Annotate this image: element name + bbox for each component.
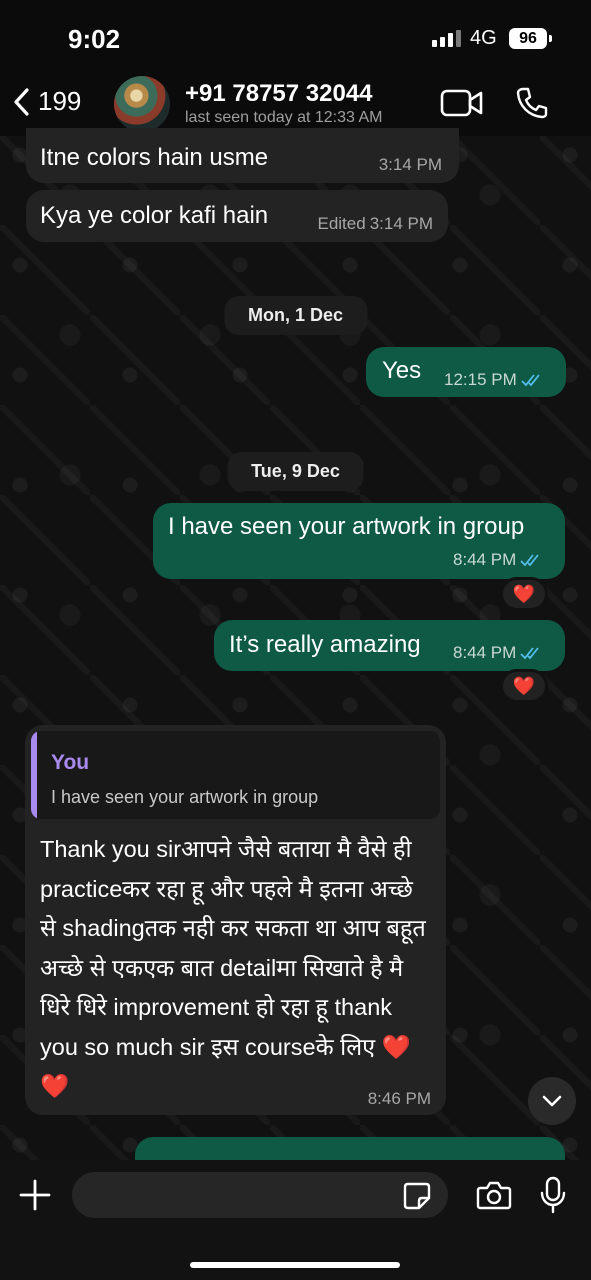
time-label: 3:14 PM [369,214,433,233]
outgoing-message[interactable]: It’s really amazing 8:44 PM [214,620,565,671]
message-time: 8:44 PM [453,550,544,570]
battery-icon: 96 [509,28,552,49]
message-input[interactable] [72,1172,448,1218]
time-label: 8:44 PM [453,550,517,569]
date-separator: Tue, 9 Dec [227,452,364,491]
incoming-reply-message[interactable]: You I have seen your artwork in group Th… [25,725,446,1115]
time-label: 3:14 PM [378,155,442,174]
status-bar: 9:02 4G 96 [0,0,591,78]
chat-header: 199 +91 78757 32044 last seen today at 1… [0,72,591,136]
heart-reaction[interactable]: ❤️ [500,669,548,703]
date-separator: Mon, 1 Dec [223,296,368,335]
message-text: It’s really amazing [229,631,421,658]
incoming-message[interactable]: Itne colors hain usme 3:14 PM [26,128,459,183]
avatar[interactable] [114,76,170,132]
outgoing-message[interactable]: Yes 12:15 PM [366,347,566,397]
time-label: 12:15 PM [444,370,517,389]
message-text: Yes [382,357,422,384]
incoming-message[interactable]: Kya ye color kafi hain Edited 3:14 PM [26,190,448,242]
last-seen-status: last seen today at 12:33 AM [185,109,383,126]
unread-count: 199 [38,86,82,116]
message-text: Itne colors hain usme [40,144,269,171]
message-text: I have seen your artwork in group [168,513,525,540]
scroll-to-bottom-button[interactable] [528,1077,576,1125]
quote-author: You [51,751,90,774]
heart-reaction[interactable]: ❤️ [500,577,548,611]
double-check-icon [521,374,540,387]
double-check-icon [520,554,540,567]
message-time: Edited 3:14 PM [317,214,433,234]
message-time: 8:46 PM [368,1089,431,1109]
video-call-icon[interactable] [440,88,484,118]
double-check-icon [520,647,540,660]
contact-name[interactable]: +91 78757 32044 [185,80,373,108]
reaction-emoji: ❤️ [512,675,536,696]
mic-icon[interactable] [540,1176,566,1214]
signal-icon [432,30,461,47]
phone-icon[interactable] [515,86,549,120]
time-label: 8:44 PM [453,643,517,662]
home-indicator [190,1262,400,1268]
network-type: 4G [470,27,497,49]
battery-level: 96 [519,29,537,47]
quote-accent-bar [31,731,37,819]
message-text: Kya ye color kafi hain [40,202,269,229]
message-text: Thank you sirआपने जैसे बताया मै वैसे ही … [40,836,426,1099]
status-time: 9:02 [68,24,121,54]
time-label: 8:46 PM [367,1089,431,1108]
quoted-message[interactable]: You I have seen your artwork in group [31,731,440,819]
quote-text: I have seen your artwork in group [51,787,319,807]
back-chevron-icon [14,87,29,116]
plus-icon[interactable] [18,1178,52,1212]
reaction-emoji: ❤️ [512,583,536,604]
message-time: 8:44 PM [453,643,544,663]
sticker-icon[interactable] [402,1181,432,1211]
chevron-down-icon [542,1095,562,1107]
message-time: 12:15 PM [444,370,545,390]
message-time: 3:14 PM [379,155,442,175]
camera-icon[interactable] [476,1180,512,1210]
edited-label: Edited [317,214,366,233]
back-button[interactable]: 199 [12,86,81,117]
outgoing-message[interactable]: I have seen your artwork in group 8:44 P… [153,503,565,579]
